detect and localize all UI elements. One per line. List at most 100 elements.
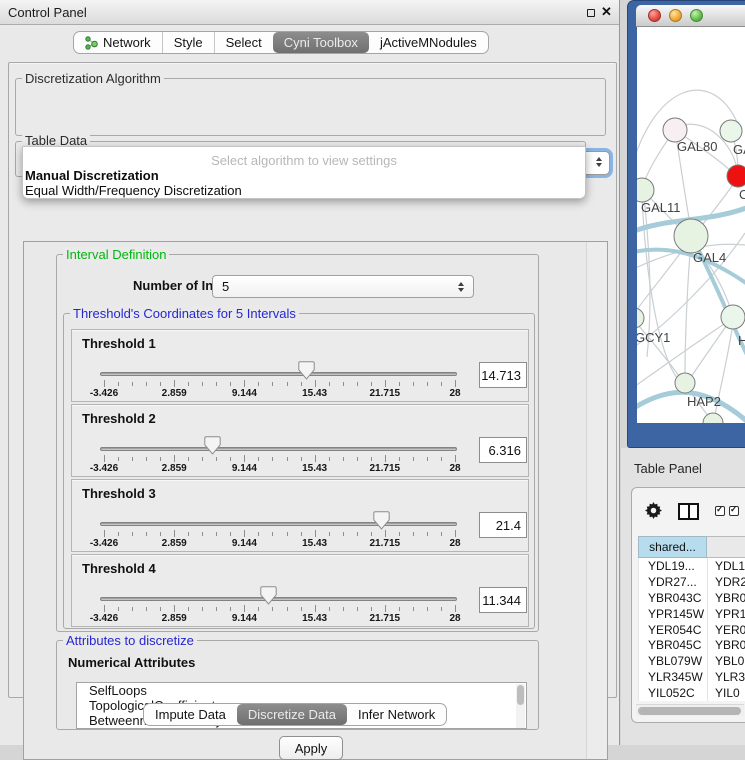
slider-thumb-icon[interactable]	[260, 586, 277, 605]
control-panel-titlebar: Control Panel ✕	[0, 0, 619, 25]
close-icon[interactable]: ✕	[601, 4, 612, 20]
table-row[interactable]: YBR043CYBR0	[638, 590, 745, 606]
tick-mark	[413, 532, 414, 536]
algorithm-option-equal-width-frequency-discretization[interactable]: Equal Width/Frequency Discretization	[25, 183, 242, 198]
tick-mark	[413, 382, 414, 386]
table-row[interactable]: YPR145WYPR1	[638, 606, 745, 622]
network-node-label: GAL80	[677, 139, 717, 154]
cell-shared-name: YLR345W	[638, 669, 707, 685]
zoom-traffic-light-icon[interactable]	[690, 9, 703, 22]
attributes-scrollbar[interactable]	[516, 684, 525, 729]
tab-discretize-data[interactable]: Discretize Data	[237, 704, 347, 725]
attributes-scroll-thumb[interactable]	[517, 685, 524, 705]
tick-mark	[371, 382, 372, 386]
network-node[interactable]	[727, 165, 745, 187]
network-edge[interactable]	[699, 180, 736, 229]
threshold-value-field[interactable]: 14.713	[479, 362, 527, 388]
tick-mark	[329, 532, 330, 536]
tick-mark	[301, 382, 302, 386]
tick-mark	[315, 530, 316, 537]
tab-style[interactable]: Style	[162, 32, 214, 53]
tick-mark	[174, 605, 175, 612]
tab-label: Cyni Toolbox	[284, 35, 358, 50]
network-node[interactable]	[674, 219, 708, 253]
slider-thumb-icon[interactable]	[373, 511, 390, 530]
threshold-value-field[interactable]: 11.344	[479, 587, 527, 613]
network-node[interactable]	[637, 308, 644, 328]
checkbox-column-icon[interactable]	[715, 506, 725, 516]
tab-cyni-toolbox[interactable]: Cyni Toolbox	[273, 32, 369, 53]
network-node-label: HAP2	[687, 394, 721, 409]
tab-impute-data[interactable]: Impute Data	[144, 704, 237, 725]
slider-track[interactable]	[100, 597, 457, 601]
gear-icon[interactable]	[645, 502, 662, 519]
tick-mark	[230, 457, 231, 461]
algorithm-option-manual-discretization[interactable]: Manual Discretization	[25, 168, 159, 183]
table-row[interactable]: YDL19...YDL1	[638, 558, 745, 574]
table-row[interactable]: YLR345WYLR3	[638, 669, 745, 685]
horizontal-scroll-thumb[interactable]	[638, 707, 741, 715]
column-header-na[interactable]: na	[707, 536, 745, 558]
interval-definition-title: Interval Definition	[63, 247, 169, 262]
tick-mark	[160, 532, 161, 536]
horizontal-scrollbar[interactable]	[636, 704, 744, 716]
tick-mark	[258, 457, 259, 461]
tab-infer-network[interactable]: Infer Network	[347, 704, 446, 725]
close-traffic-light-icon[interactable]	[648, 9, 661, 22]
column-header-shared-[interactable]: shared...	[638, 536, 707, 558]
apply-button[interactable]: Apply	[279, 736, 343, 760]
table-row[interactable]: YBR045CYBR0	[638, 637, 745, 653]
cell-shared-name: YIL052C	[638, 685, 707, 701]
slider-thumb-icon[interactable]	[298, 361, 315, 380]
split-columns-icon[interactable]	[678, 503, 699, 520]
tick-mark	[104, 380, 105, 387]
network-node[interactable]	[637, 178, 654, 202]
tick-mark	[357, 457, 358, 461]
attribute-item[interactable]: SelfLoops	[77, 683, 526, 698]
slider-track[interactable]	[100, 372, 457, 376]
network-node[interactable]	[703, 413, 723, 423]
table-header-row: shared...na	[638, 536, 745, 558]
network-node[interactable]	[720, 120, 742, 142]
tab-network[interactable]: Network	[74, 32, 162, 53]
tick-mark	[118, 607, 119, 611]
table-row[interactable]: YER054CYER0	[638, 622, 745, 638]
tick-mark	[399, 607, 400, 611]
attributes-group-title: Attributes to discretize	[63, 633, 197, 648]
slider-track[interactable]	[100, 522, 457, 526]
vertical-scrollbar[interactable]	[586, 242, 607, 759]
table-row[interactable]: YIL052CYIL0	[638, 685, 745, 701]
slider-track[interactable]	[100, 447, 457, 451]
network-canvas[interactable]: GAL80GACGAL11GAL4GCY1HHAP2	[637, 27, 745, 423]
threshold-value-field[interactable]: 6.316	[479, 437, 527, 463]
table-toolbar	[632, 488, 745, 534]
tick-mark	[132, 457, 133, 461]
algorithm-hint: Select algorithm to view settings	[23, 153, 585, 168]
tab-select[interactable]: Select	[214, 32, 273, 53]
slider-scale-label: 28	[449, 538, 460, 549]
table-row[interactable]: YDR27...YDR2	[638, 574, 745, 590]
checkbox-column-icon[interactable]	[729, 506, 739, 516]
tick-mark	[258, 382, 259, 386]
network-edge[interactable]	[691, 322, 729, 377]
tick-mark	[174, 530, 175, 537]
slider-scale-label: -3.426	[90, 538, 118, 549]
cell-shared-name: YBL079W	[638, 653, 707, 669]
slider-thumb-icon[interactable]	[204, 436, 221, 455]
tick-mark	[399, 532, 400, 536]
table-row[interactable]: YBL079WYBL0	[638, 653, 745, 669]
network-node[interactable]	[675, 373, 695, 393]
tab-jactivemnodules[interactable]: jActiveMNodules	[369, 32, 488, 53]
threshold-value-field[interactable]: 21.4	[479, 512, 527, 538]
thresholds-group-title: Threshold's Coordinates for 5 Intervals	[70, 306, 299, 321]
cell-shared-name: YBR043C	[638, 590, 707, 606]
tick-mark	[441, 382, 442, 386]
tick-mark	[146, 457, 147, 461]
network-node[interactable]	[721, 305, 745, 329]
tick-mark	[146, 532, 147, 536]
number-of-intervals-combobox[interactable]: 5	[212, 275, 474, 298]
float-window-icon[interactable]	[587, 9, 595, 17]
network-edge[interactable]	[685, 241, 691, 377]
cell-name: YLR3	[707, 669, 745, 685]
minimize-traffic-light-icon[interactable]	[669, 9, 682, 22]
